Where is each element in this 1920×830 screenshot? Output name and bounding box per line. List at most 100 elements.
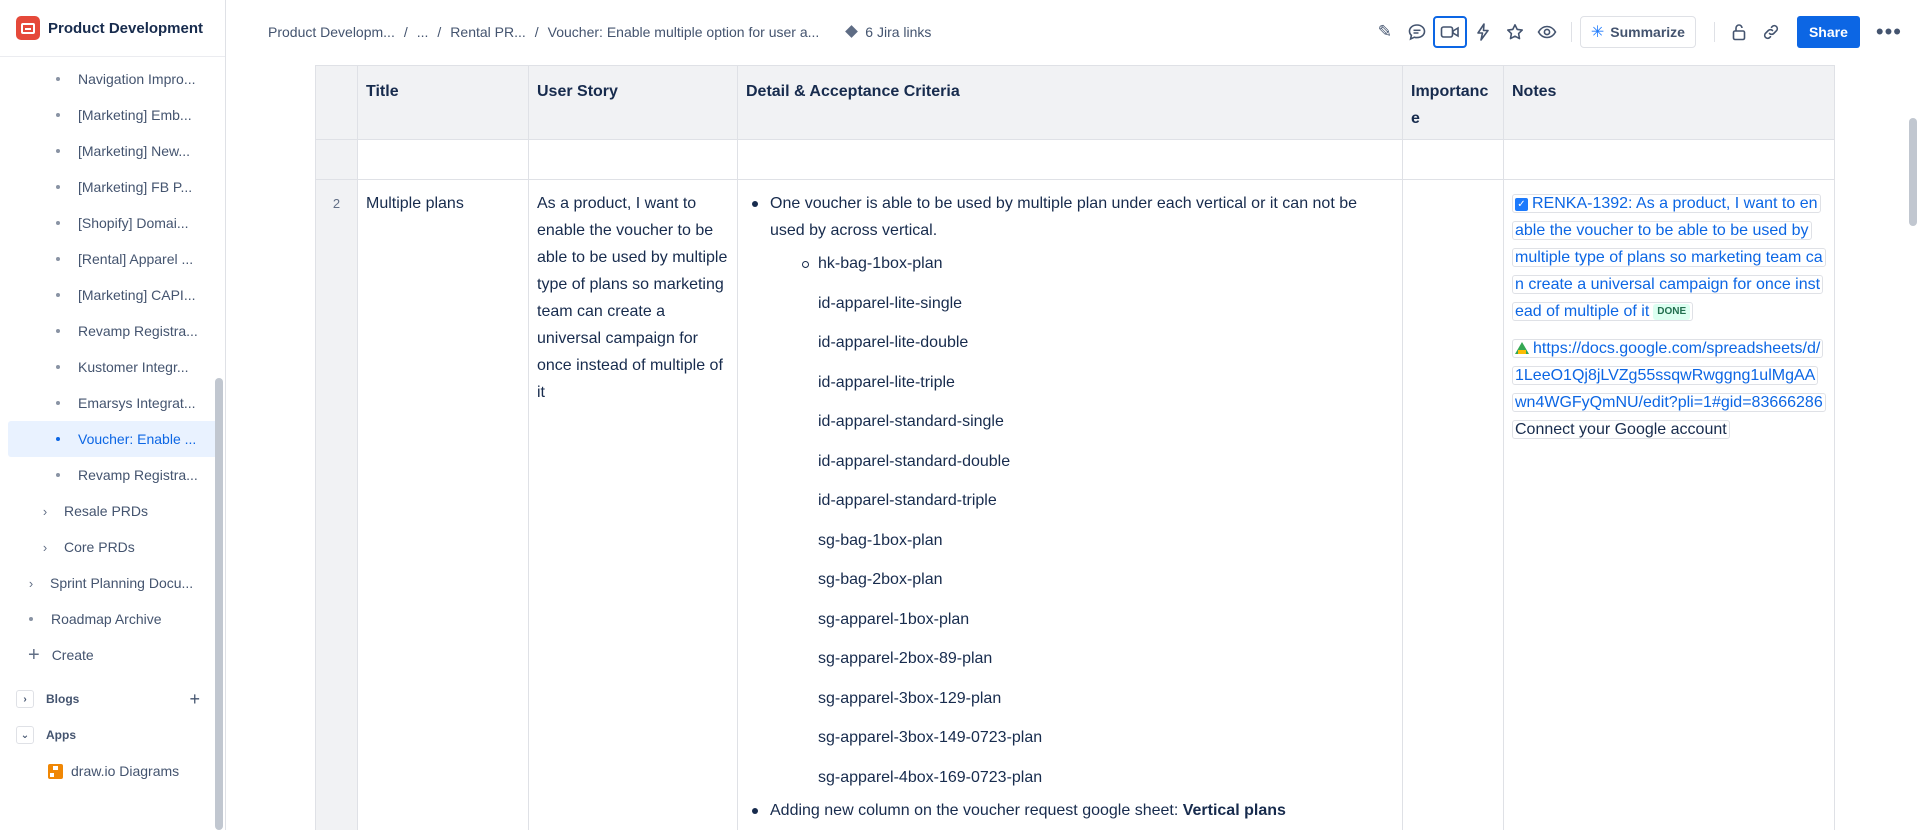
google-drive-icon — [1515, 342, 1529, 354]
copy-link-icon[interactable] — [1755, 16, 1787, 48]
bullet-icon — [56, 257, 60, 261]
notes-cell[interactable]: ✓ RENKA-1392: As a product, I want to ena… — [1503, 179, 1835, 830]
sidebar-item-page[interactable]: [Marketing] New... — [8, 133, 218, 169]
summarize-label: Summarize — [1610, 24, 1685, 40]
column-header-notes[interactable]: Notes — [1503, 65, 1835, 140]
google-sheet-link[interactable]: https://docs.google.com/spreadsheets/d/1… — [1512, 339, 1826, 439]
sidebar-item-page[interactable]: [Rental] Apparel ... — [8, 241, 218, 277]
plan-item: id-apparel-lite-double — [818, 334, 969, 351]
plan-item: sg-apparel-3box-129-plan — [818, 689, 1002, 707]
sidebar-item-label: Navigation Impro... — [78, 71, 196, 87]
video-icon[interactable] — [1432, 16, 1467, 48]
create-label: Create — [51, 647, 94, 663]
sidebar-item-page[interactable]: Revamp Registra... — [8, 313, 218, 349]
chevron-right-icon[interactable]: › — [24, 576, 38, 591]
more-actions-icon[interactable]: ••• — [1876, 19, 1902, 45]
drawio-icon — [48, 763, 69, 779]
watch-eye-icon[interactable] — [1531, 16, 1563, 48]
bullet-icon — [56, 77, 60, 81]
sidebar-item-label: [Marketing] New... — [78, 143, 191, 159]
chevron-right-icon[interactable]: › — [38, 504, 52, 519]
sidebar-item-page[interactable]: Navigation Impro... — [8, 61, 218, 97]
lightning-icon[interactable] — [1467, 16, 1499, 48]
importance-cell[interactable] — [1402, 179, 1504, 830]
section-label: Blogs — [46, 692, 80, 706]
summarize-button[interactable]: ✳ Summarize — [1579, 16, 1696, 48]
sidebar-item-current-page[interactable]: Voucher: Enable ... — [8, 421, 218, 457]
star-icon[interactable] — [1499, 16, 1531, 48]
plan-item: sg-bag-1box-plan — [818, 531, 943, 549]
chevron-right-icon[interactable]: › — [38, 540, 52, 555]
unlock-icon[interactable] — [1723, 16, 1755, 48]
sidebar-item-label: [Marketing] FB P... — [78, 179, 193, 195]
sidebar-item-label: Revamp Registra... — [78, 323, 198, 339]
sidebar-item-label: Roadmap Archive — [51, 611, 162, 627]
row-number-header — [315, 65, 358, 140]
sidebar-item-label: [Shopify] Domai... — [78, 215, 189, 231]
space-icon — [16, 16, 40, 40]
sidebar-item-roadmap-archive[interactable]: Roadmap Archive — [8, 601, 218, 637]
sidebar-item-page[interactable]: Emarsys Integrat... — [8, 385, 218, 421]
jira-icon — [845, 25, 859, 39]
chevron-down-icon[interactable]: ⌄ — [16, 726, 34, 744]
sidebar-item-page[interactable]: [Shopify] Domai... — [8, 205, 218, 241]
app-drawio[interactable]: draw.io Diagrams — [48, 753, 218, 789]
section-apps[interactable]: ⌄ Apps — [16, 717, 218, 753]
sidebar-item-resale-prds[interactable]: › Resale PRDs — [8, 493, 218, 529]
chevron-right-icon[interactable]: › — [16, 690, 34, 708]
plus-icon: + — [28, 644, 40, 666]
bullet-icon — [56, 437, 60, 441]
sidebar-item-page[interactable]: Revamp Registra... — [8, 457, 218, 493]
sidebar-item-page[interactable]: [Marketing] CAPI... — [8, 277, 218, 313]
criteria-cell[interactable]: One voucher is able to be used by multip… — [737, 179, 1403, 830]
share-button[interactable]: Share — [1796, 16, 1860, 48]
page-toolbar: ✎ ✳ Summarize Share ••• — [1369, 0, 1920, 64]
sidebar-item-label: Revamp Registra... — [78, 467, 198, 483]
plan-item: id-apparel-standard-single — [818, 413, 1004, 430]
jira-links-button[interactable]: 6 Jira links — [845, 24, 931, 40]
breadcrumb-item[interactable]: Product Developm... — [268, 24, 395, 40]
bullet-icon — [56, 401, 60, 405]
breadcrumb-current[interactable]: Voucher: Enable multiple option for user… — [548, 24, 820, 40]
add-blog-icon[interactable]: + — [189, 689, 200, 710]
column-header-title[interactable]: Title — [357, 65, 529, 140]
bullet-icon — [56, 329, 60, 333]
create-button[interactable]: + Create — [8, 637, 218, 673]
sidebar-item-label: Core PRDs — [64, 539, 135, 555]
ai-sparkle-icon: ✳ — [1590, 24, 1605, 41]
breadcrumb-ellipsis[interactable]: ... — [417, 24, 429, 40]
column-header-importance[interactable]: Importanc e — [1402, 65, 1504, 140]
sidebar-item-label: Kustomer Integr... — [78, 359, 189, 375]
sidebar-item-core-prds[interactable]: › Core PRDs — [8, 529, 218, 565]
page-scrollbar[interactable] — [1909, 118, 1917, 226]
jira-issue-link[interactable]: ✓ RENKA-1392: As a product, I want to ena… — [1512, 194, 1826, 321]
column-header-user-story[interactable]: User Story — [528, 65, 738, 140]
title-cell[interactable]: Multiple plans — [357, 179, 529, 830]
jira-links-label: 6 Jira links — [865, 24, 932, 40]
plans-list: hk-bag-1box-plan id-apparel-lite-single … — [770, 244, 1394, 797]
sidebar-scrollbar[interactable] — [215, 378, 223, 830]
plan-item: sg-apparel-2box-89-plan — [818, 650, 993, 667]
sidebar-item-page[interactable]: [Marketing] Emb... — [8, 97, 218, 133]
connect-google-link[interactable]: Connect your Google account — [1515, 421, 1727, 438]
requirements-table: Title User Story Detail & Acceptance Cri… — [315, 65, 1835, 830]
plan-item: id-apparel-standard-double — [818, 452, 1011, 470]
plan-item: sg-apparel-3box-149-0723-plan — [818, 729, 1043, 746]
comment-icon[interactable] — [1401, 16, 1433, 48]
bullet-icon — [56, 149, 60, 153]
space-header[interactable]: Product Development — [0, 0, 225, 57]
plan-item: hk-bag-1box-plan — [802, 244, 1394, 284]
column-header-criteria[interactable]: Detail & Acceptance Criteria — [737, 65, 1403, 140]
sidebar: Product Development Navigation Impro... … — [0, 0, 226, 830]
plan-item: id-apparel-lite-single — [818, 294, 963, 312]
sidebar-item-page[interactable]: Kustomer Integr... — [8, 349, 218, 385]
sidebar-item-page[interactable]: [Marketing] FB P... — [8, 169, 218, 205]
edit-pencil-icon[interactable]: ✎ — [1369, 16, 1401, 48]
sidebar-item-sprint-planning[interactable]: › Sprint Planning Docu... — [8, 565, 218, 601]
user-story-cell[interactable]: As a product, I want to enable the vouch… — [528, 179, 738, 830]
section-blogs[interactable]: › Blogs + — [16, 681, 218, 717]
breadcrumb-item[interactable]: Rental PR... — [450, 24, 525, 40]
bullet-icon — [56, 473, 60, 477]
bullet-icon — [56, 113, 60, 117]
bullet-icon — [56, 185, 60, 189]
